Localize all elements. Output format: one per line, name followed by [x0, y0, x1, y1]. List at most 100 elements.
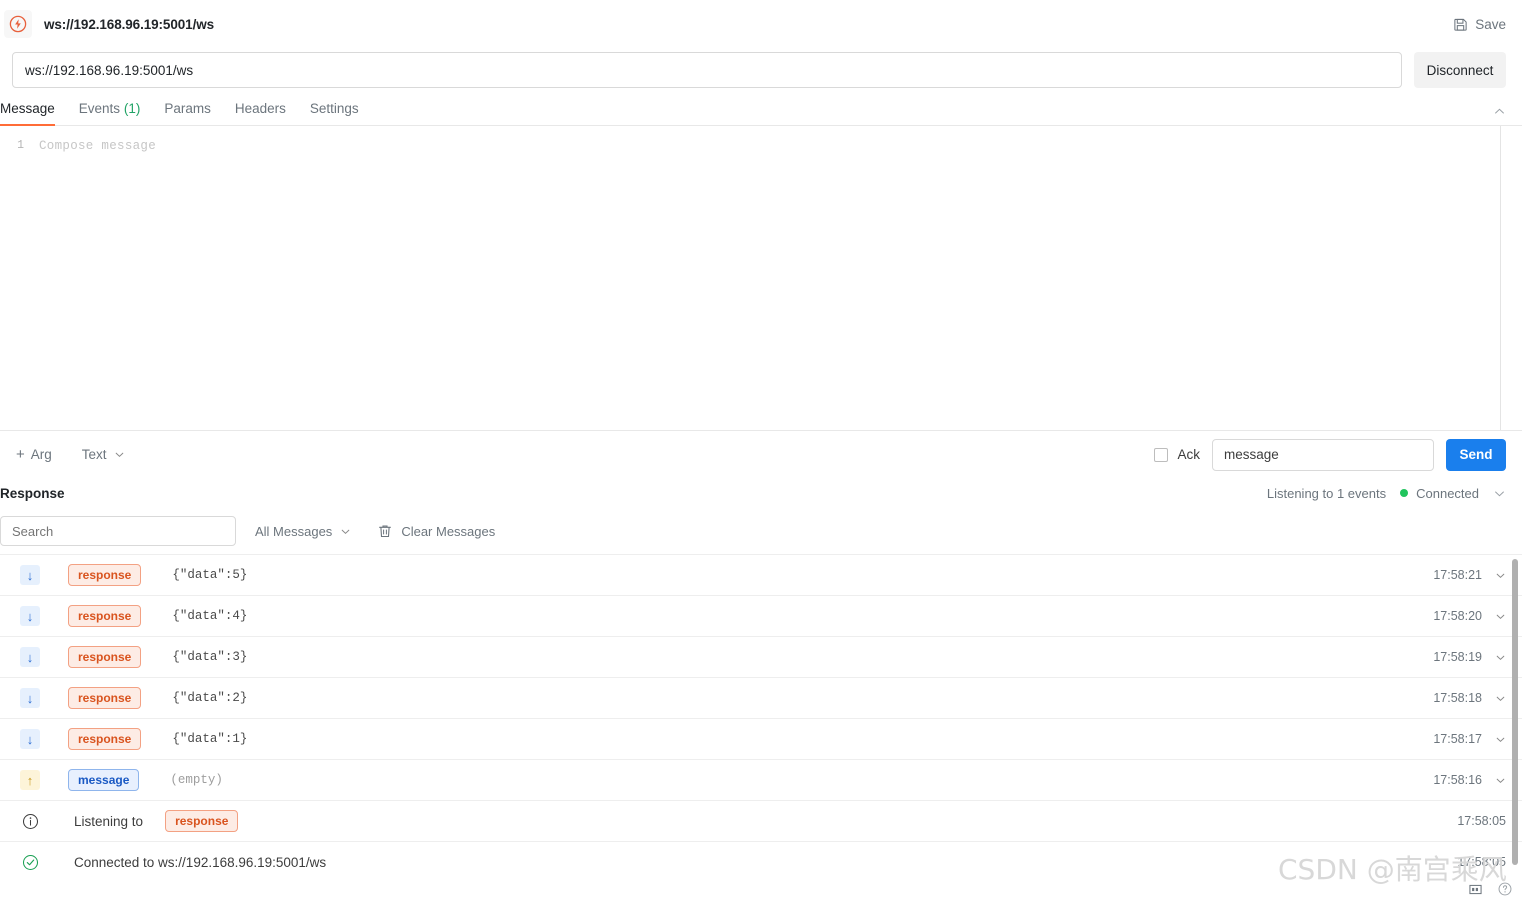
message-payload: (empty) — [170, 773, 223, 787]
event-badge: response — [68, 728, 142, 750]
message-payload: {"data":2} — [172, 691, 248, 705]
message-payload: {"data":3} — [172, 650, 248, 664]
row-expand-chevron-icon[interactable] — [1495, 652, 1506, 663]
message-format-dropdown[interactable]: Text — [82, 447, 125, 462]
table-row[interactable]: ↑ message (empty) 17:58:16 — [0, 759, 1522, 800]
table-row[interactable]: ↓ response {"data":4} 17:58:20 — [0, 595, 1522, 636]
save-label: Save — [1475, 16, 1506, 32]
tab-headers[interactable]: Headers — [223, 101, 298, 125]
arrow-down-icon: ↓ — [20, 565, 40, 585]
arrow-down-icon: ↓ — [20, 729, 40, 749]
system-message-label: Connected to ws://192.168.96.19:5001/ws — [74, 854, 327, 870]
tab-events-label: Events — [78, 101, 121, 116]
listening-events-label: Listening to 1 events — [1266, 485, 1387, 501]
row-expand-chevron-icon[interactable] — [1495, 734, 1506, 745]
event-badge: message — [68, 769, 140, 791]
save-button[interactable]: Save — [1453, 17, 1506, 32]
message-type-filter-label: All Messages — [255, 523, 333, 539]
compose-message-placeholder: Compose message — [39, 139, 157, 153]
message-payload: {"data":1} — [172, 732, 248, 746]
message-timestamp: 17:58:17 — [1433, 732, 1482, 746]
tab-settings-label: Settings — [309, 101, 359, 116]
check-circle-icon — [20, 852, 40, 872]
connection-status-label: Connected — [1416, 485, 1479, 501]
ack-checkbox-box — [1154, 447, 1169, 462]
tab-headers-label: Headers — [234, 101, 286, 116]
row-expand-chevron-icon[interactable] — [1495, 775, 1506, 786]
response-collapse-chevron-icon[interactable] — [1493, 487, 1506, 500]
message-format-label: Text — [81, 447, 107, 462]
message-payload: {"data":5} — [172, 568, 248, 582]
title-bar: ws://192.168.96.19:5001/ws Save — [0, 0, 1522, 48]
message-timestamp: 17:58:21 — [1433, 568, 1482, 582]
plus-icon: + — [16, 446, 25, 463]
event-badge: response — [68, 564, 142, 586]
editor-vertical-divider — [1500, 126, 1501, 430]
row-expand-chevron-icon[interactable] — [1495, 611, 1506, 622]
status-dot-icon — [1400, 489, 1409, 497]
message-list: ↓ response {"data":5} 17:58:21 ↓ respons… — [0, 554, 1522, 882]
layout-grid-icon[interactable] — [1469, 883, 1482, 896]
row-expand-chevron-icon[interactable] — [1495, 693, 1506, 704]
tab-message-label: Message — [0, 101, 55, 116]
tab-params-label: Params — [164, 101, 211, 116]
message-timestamp: 17:58:20 — [1433, 609, 1482, 623]
system-message-label: Listening to — [74, 813, 144, 829]
table-row[interactable]: ↓ response {"data":1} 17:58:17 — [0, 718, 1522, 759]
table-row[interactable]: ↓ response {"data":2} 17:58:18 — [0, 677, 1522, 718]
ack-label: Ack — [1177, 447, 1200, 462]
connection-status-badge: Connected — [1400, 486, 1479, 501]
response-header: Response Listening to 1 events Connected — [0, 478, 1522, 508]
tab-bar: Message Events (1) Params Headers Settin… — [0, 92, 1522, 126]
message-timestamp: 17:58:05 — [1457, 855, 1506, 869]
row-expand-chevron-icon[interactable] — [1495, 570, 1506, 581]
response-title: Response — [0, 485, 65, 501]
tab-message[interactable]: Message — [0, 101, 67, 126]
websocket-url-input[interactable] — [12, 52, 1402, 88]
event-badge: response — [68, 646, 142, 668]
send-button[interactable]: Send — [1446, 438, 1506, 471]
websocket-client-window: ws://192.168.96.19:5001/ws Save Disconne… — [0, 0, 1522, 898]
tab-events[interactable]: Events (1) — [67, 101, 153, 125]
message-timestamp: 17:58:16 — [1433, 773, 1482, 787]
event-badge: response — [165, 810, 239, 832]
response-filter-bar: All Messages Clear Messages — [0, 508, 1522, 554]
ack-checkbox[interactable]: Ack — [1154, 447, 1200, 462]
table-row[interactable]: ↓ response {"data":5} 17:58:21 — [0, 554, 1522, 595]
message-editor[interactable]: 1 Compose message — [0, 126, 1522, 430]
info-circle-icon — [20, 811, 40, 831]
chevron-down-icon — [114, 449, 125, 460]
arrow-down-icon: ↓ — [20, 647, 40, 667]
trash-icon — [378, 524, 392, 539]
help-circle-icon[interactable] — [1498, 882, 1512, 896]
tab-settings[interactable]: Settings — [298, 101, 371, 125]
message-list-scrollbar[interactable] — [1512, 559, 1518, 865]
websocket-bolt-icon — [4, 10, 32, 38]
clear-messages-label: Clear Messages — [401, 523, 496, 539]
add-arg-button[interactable]: + Arg — [8, 443, 60, 466]
url-bar: Disconnect — [0, 48, 1522, 92]
message-timestamp: 17:58:18 — [1433, 691, 1482, 705]
send-toolbar: + Arg Text Ack Send — [0, 430, 1522, 478]
tab-params[interactable]: Params — [152, 101, 223, 125]
table-row[interactable]: Listening to response 17:58:05 — [0, 800, 1522, 841]
tab-events-count: (1) — [123, 101, 141, 116]
disconnect-button[interactable]: Disconnect — [1414, 52, 1506, 88]
chevron-down-icon — [340, 526, 351, 537]
event-badge: response — [68, 605, 142, 627]
table-row[interactable]: ↓ response {"data":3} 17:58:19 — [0, 636, 1522, 677]
chevron-up-icon[interactable] — [1493, 105, 1506, 125]
arrow-up-icon: ↑ — [20, 770, 40, 790]
arrow-down-icon: ↓ — [20, 606, 40, 626]
message-type-filter-dropdown[interactable]: All Messages — [255, 524, 351, 539]
clear-messages-button[interactable]: Clear Messages — [378, 524, 495, 539]
add-arg-label: Arg — [30, 447, 52, 462]
floppy-disk-icon — [1453, 17, 1468, 32]
event-name-input[interactable] — [1212, 438, 1434, 471]
window-title: ws://192.168.96.19:5001/ws — [44, 16, 215, 32]
message-payload: {"data":4} — [172, 609, 248, 623]
event-badge: response — [68, 687, 142, 709]
table-row[interactable]: Connected to ws://192.168.96.19:5001/ws … — [0, 841, 1522, 882]
editor-line-number: 1 — [17, 139, 24, 152]
search-input[interactable] — [0, 516, 236, 546]
